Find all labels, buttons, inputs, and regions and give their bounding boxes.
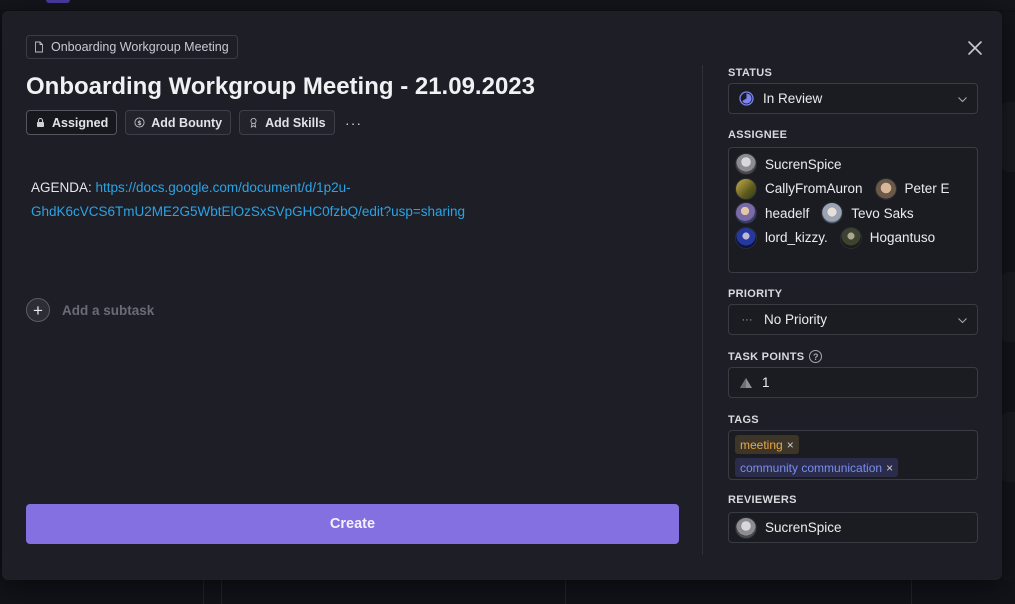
in-review-status-icon [739,91,754,106]
points-icon [740,377,752,388]
background-accent [46,0,70,3]
more-options-button[interactable]: ··· [343,110,365,135]
assignee-row: CallyFromAuron Peter E [735,177,977,202]
panel-divider [702,65,703,555]
task-title[interactable]: Onboarding Workgroup Meeting - 21.09.202… [26,73,535,101]
assignee-name: lord_kizzy. [765,230,828,246]
coin-icon: $ [134,117,145,128]
reviewers-label-text: REVIEWERS [728,494,797,506]
avatar [735,153,757,176]
background-header [0,0,1015,10]
task-description[interactable]: AGENDA: https://docs.google.com/document… [31,176,681,224]
reviewers-label: REVIEWERS [728,494,797,506]
assignee-name: SucrenSpice [765,156,842,172]
breadcrumb-label: Onboarding Workgroup Meeting [51,40,229,54]
assignee-label: ASSIGNEE [728,129,787,141]
avatar [735,516,757,539]
document-icon [35,41,43,53]
task-points-value: 1 [762,375,770,390]
avatar [735,202,757,225]
background-board-bottom [0,580,1015,604]
add-bounty-button[interactable]: $ Add Bounty [125,110,232,135]
tags-label: TAGS [728,414,759,426]
assignee-name: CallyFromAuron [765,181,863,197]
remove-tag-icon[interactable]: × [787,439,794,451]
assignee-name: Peter E [904,181,950,197]
avatar [735,177,757,200]
assignee-item[interactable]: SucrenSpice [735,153,842,176]
task-actions: Assigned $ Add Bounty Add Skills ··· [26,110,365,135]
background-board-edge [1002,12,1015,582]
lock-icon [37,117,44,127]
assignee-name: Tevo Saks [851,205,914,221]
assignee-item[interactable]: lord_kizzy. [735,226,828,249]
assignee-item[interactable]: CallyFromAuron [735,177,863,200]
add-subtask-button[interactable]: + Add a subtask [26,298,154,322]
background-column [203,580,221,604]
background-card [1002,102,1015,172]
background-column [565,580,911,604]
remove-tag-icon[interactable]: × [886,462,893,474]
priority-label: PRIORITY [728,288,782,300]
task-points-label-text: TASK POINTS [728,350,805,363]
assignee-item[interactable]: Hogantuso [839,226,936,249]
chevron-down-icon [958,97,967,103]
assignee-name: Hogantuso [869,230,936,246]
close-button[interactable] [965,38,985,58]
badge-icon [250,117,257,128]
background-card [1002,412,1015,482]
assignee-item[interactable]: Tevo Saks [821,202,914,225]
add-skills-label: Add Skills [265,115,326,130]
background-column [221,580,561,604]
tags-label-text: TAGS [728,414,759,426]
tag-label: community communication [740,460,883,475]
assignee-label-text: ASSIGNEE [728,129,788,141]
plus-icon: + [26,298,50,322]
breadcrumb[interactable]: Onboarding Workgroup Meeting [26,35,238,59]
assignee-row: headelf Tevo Saks [735,201,977,226]
tag-meeting[interactable]: meeting × [735,435,799,454]
avatar [874,177,897,200]
assignee-name: headelf [765,205,810,221]
task-modal: Onboarding Workgroup Meeting Onboarding … [2,11,1002,580]
avatar [735,226,757,249]
tag-community-communication[interactable]: community communication × [735,458,899,477]
background-card [1002,272,1015,342]
close-icon [968,41,982,55]
assignee-row: lord_kizzy. Hogantuso [735,226,977,251]
reviewers-field[interactable]: SucrenSpice [728,512,978,543]
description-text: AGENDA: [31,180,96,195]
priority-value: No Priority [764,312,828,327]
add-bounty-label: Add Bounty [151,115,223,130]
agenda-link[interactable]: https://docs.google.com/document/d/1p2u-… [31,180,465,219]
assigned-button[interactable]: Assigned [26,110,118,135]
avatar [839,226,862,249]
status-value: In Review [763,91,823,106]
background-column [911,580,1015,604]
priority-select[interactable]: ··· No Priority [728,304,978,335]
assignee-item[interactable]: headelf [735,202,810,225]
status-label: STATUS [728,67,772,79]
assignee-item[interactable]: Peter E [874,177,950,200]
tag-label: meeting [740,437,783,452]
help-icon[interactable]: ? [809,350,823,363]
tags-field[interactable]: meeting × community communication × [728,430,978,480]
priority-label-text: PRIORITY [728,288,783,300]
avatar [821,202,844,225]
reviewer-item[interactable]: SucrenSpice [735,516,842,539]
assigned-label: Assigned [52,115,109,130]
reviewer-name: SucrenSpice [765,520,842,535]
add-subtask-label: Add a subtask [62,302,155,318]
add-skills-button[interactable]: Add Skills [239,110,335,135]
svg-text:$: $ [138,119,143,127]
no-priority-icon: ··· [741,313,753,326]
create-button[interactable]: Create [26,504,679,544]
task-points-input[interactable]: 1 [728,367,978,398]
task-points-label: TASK POINTS ? [728,350,823,363]
status-select[interactable]: In Review [728,83,978,114]
chevron-down-icon [958,318,967,324]
status-label-text: STATUS [728,67,773,79]
assignee-row: SucrenSpice [735,152,977,177]
assignee-field[interactable]: SucrenSpice CallyFromAuron Peter E heade… [728,147,978,273]
